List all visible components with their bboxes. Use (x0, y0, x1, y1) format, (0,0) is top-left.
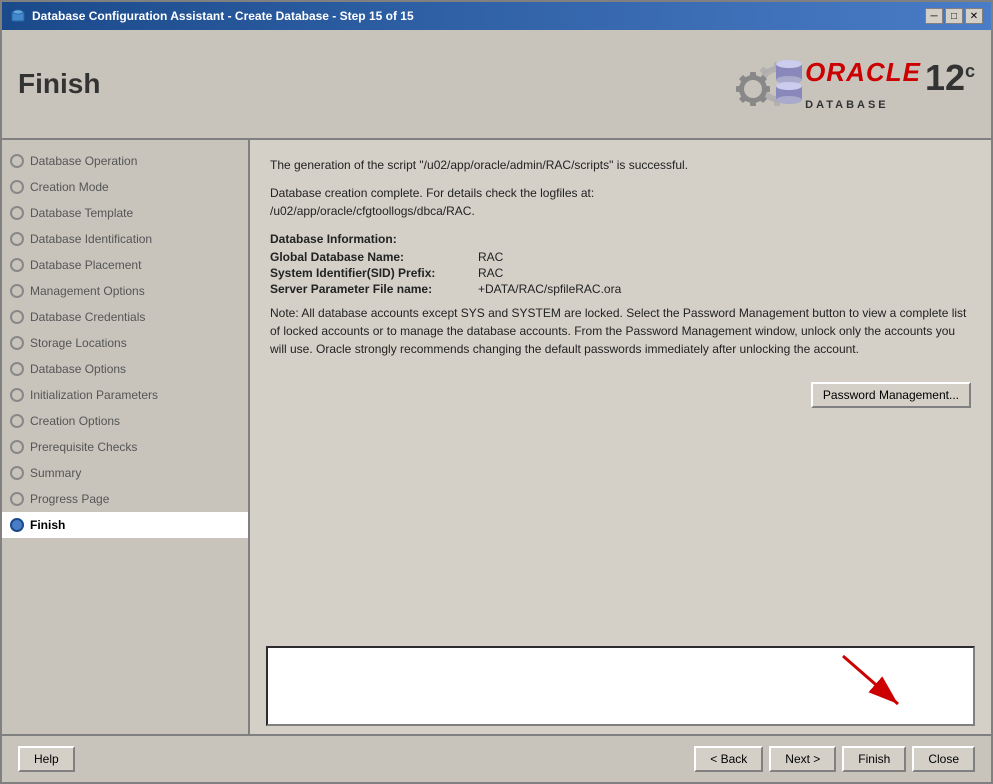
step-dot (10, 154, 24, 168)
step-dot (10, 440, 24, 454)
sidebar-item-progress-page[interactable]: Progress Page (2, 486, 248, 512)
close-button[interactable]: ✕ (965, 8, 983, 24)
oracle-logo-area: ORACLE 12c DATABASE (725, 49, 975, 119)
title-bar-left: Database Configuration Assistant - Creat… (10, 8, 414, 24)
title-bar-controls: ─ □ ✕ (925, 8, 983, 24)
oracle-text: ORACLE (805, 57, 921, 88)
completion-line: Database creation complete. For details … (270, 184, 971, 202)
step-dot (10, 414, 24, 428)
global-db-label: Global Database Name: (270, 250, 470, 264)
db-info-table: Global Database Name: RAC System Identif… (270, 250, 971, 296)
sid-label: System Identifier(SID) Prefix: (270, 266, 470, 280)
app-icon (10, 8, 26, 24)
step-dot (10, 310, 24, 324)
step-dot (10, 518, 24, 532)
password-management-button[interactable]: Password Management... (811, 382, 971, 408)
step-dot (10, 492, 24, 506)
sidebar-item-creation-mode[interactable]: Creation Mode (2, 174, 248, 200)
step-dot (10, 466, 24, 480)
sidebar-item-finish[interactable]: Finish (2, 512, 248, 538)
scroll-content: The generation of the script "/u02/app/o… (250, 140, 991, 646)
step-dot (10, 362, 24, 376)
footer-left: Help (18, 746, 75, 772)
db-info-title: Database Information: (270, 232, 971, 246)
window-title: Database Configuration Assistant - Creat… (32, 9, 414, 23)
step-dot (10, 232, 24, 246)
gear-icon (725, 49, 805, 119)
note-text: Note: All database accounts except SYS a… (270, 304, 971, 358)
step-dot (10, 206, 24, 220)
step-dot (10, 284, 24, 298)
header-area: Finish (2, 30, 991, 140)
sidebar-item-database-identification[interactable]: Database Identification (2, 226, 248, 252)
maximize-button[interactable]: □ (945, 8, 963, 24)
sidebar-item-database-options[interactable]: Database Options (2, 356, 248, 382)
back-button[interactable]: < Back (694, 746, 763, 772)
spfile-value: +DATA/RAC/spfileRAC.ora (478, 282, 971, 296)
global-db-value: RAC (478, 250, 971, 264)
main-window: Database Configuration Assistant - Creat… (0, 0, 993, 784)
oracle-brand: ORACLE 12c DATABASE (805, 57, 975, 111)
close-button[interactable]: Close (912, 746, 975, 772)
help-button[interactable]: Help (18, 746, 75, 772)
success-line: The generation of the script "/u02/app/o… (270, 156, 971, 174)
password-btn-row: Password Management... (270, 370, 971, 408)
spfile-label: Server Parameter File name: (270, 282, 470, 296)
red-arrow-icon (833, 646, 913, 716)
finish-button[interactable]: Finish (842, 746, 906, 772)
sidebar-item-summary[interactable]: Summary (2, 460, 248, 486)
sid-value: RAC (478, 266, 971, 280)
database-label: DATABASE (805, 99, 888, 111)
db-info-section: Database Information: Global Database Na… (270, 232, 971, 296)
page-title: Finish (18, 68, 100, 100)
footer: Help < Back Next > Finish Close (2, 734, 991, 782)
sidebar-item-prerequisite-checks[interactable]: Prerequisite Checks (2, 434, 248, 460)
logfile-path: /u02/app/oracle/cfgtoollogs/dbca/RAC. (270, 202, 971, 220)
step-dot (10, 258, 24, 272)
main-content: Database Operation Creation Mode Databas… (2, 140, 991, 734)
step-dot (10, 180, 24, 194)
version-text: 12c (925, 57, 975, 99)
title-bar: Database Configuration Assistant - Creat… (2, 2, 991, 30)
sidebar-item-database-credentials[interactable]: Database Credentials (2, 304, 248, 330)
sidebar: Database Operation Creation Mode Databas… (2, 140, 250, 734)
next-button[interactable]: Next > (769, 746, 836, 772)
sidebar-item-creation-options[interactable]: Creation Options (2, 408, 248, 434)
sidebar-item-database-operation[interactable]: Database Operation (2, 148, 248, 174)
log-area (266, 646, 975, 726)
sidebar-item-database-template[interactable]: Database Template (2, 200, 248, 226)
content-wrapper: The generation of the script "/u02/app/o… (250, 140, 991, 734)
footer-right: < Back Next > Finish Close (694, 746, 975, 772)
sidebar-item-storage-locations[interactable]: Storage Locations (2, 330, 248, 356)
step-dot (10, 336, 24, 350)
sidebar-item-management-options[interactable]: Management Options (2, 278, 248, 304)
sidebar-item-initialization-parameters[interactable]: Initialization Parameters (2, 382, 248, 408)
minimize-button[interactable]: ─ (925, 8, 943, 24)
sidebar-item-database-placement[interactable]: Database Placement (2, 252, 248, 278)
step-dot (10, 388, 24, 402)
